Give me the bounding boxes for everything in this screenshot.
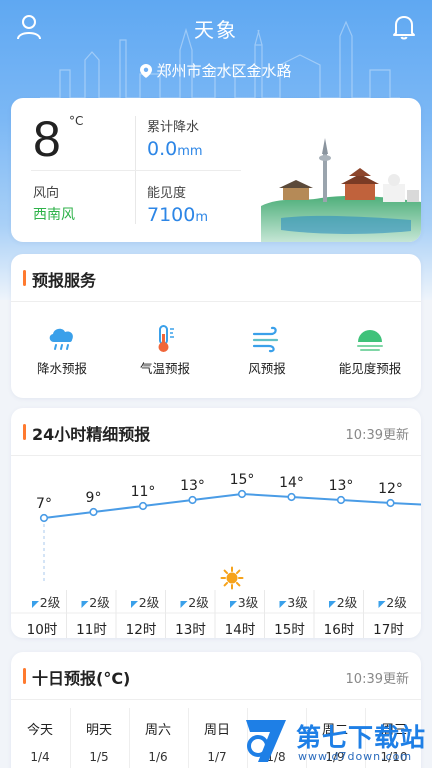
temperature-point [237, 489, 247, 499]
wind-level-label: 2级 [188, 595, 209, 610]
section-accent-bar [23, 668, 26, 684]
site-watermark: 第七下载站 www.d7down.com [236, 714, 432, 768]
wind-arrow-icon [131, 601, 138, 608]
visibility-label: 能见度 [147, 186, 187, 201]
hour-label: 11时 [76, 622, 107, 638]
temperature-label: 13° [180, 478, 205, 494]
watermark-logo-icon [246, 720, 286, 762]
column-separator [129, 708, 130, 768]
wind-icon [252, 326, 279, 353]
temperature-point [188, 495, 197, 505]
tenday-title: 十日预报(°C) [32, 669, 131, 688]
service-wind[interactable]: 风预报 [222, 324, 312, 377]
hour-label: 10时 [27, 622, 58, 638]
services-title: 预报服务 [32, 271, 97, 290]
current-temperature: 8 [33, 111, 61, 167]
top-bar: 天象 [0, 0, 432, 56]
current-weather-card: 8 °C 累计降水 0.0mm 风向 西南风 能见度 7100m [11, 98, 421, 242]
wind-label: 风向 [33, 186, 60, 201]
thermometer-icon [158, 325, 174, 352]
day-date: 1/4 [30, 750, 50, 764]
wind-arrow-icon [180, 601, 188, 608]
service-precipitation[interactable]: 降水预报 [17, 324, 107, 377]
hour-label: 15时 [274, 622, 305, 638]
temperature-point [39, 513, 49, 523]
hourly-forecast-card: 24小时精细预报 10:39更新 7° 2级 10时 9° 2级 11时 11° 2级 12时 1… [11, 408, 421, 638]
temperature-point [386, 498, 395, 508]
location-text: 郑州市金水区金水路 [156, 62, 292, 80]
day-name: 今天 [26, 723, 53, 738]
wind-level-label: 2级 [89, 595, 110, 610]
tenday-header: 十日预报(°C) 10:39更新 [11, 652, 421, 700]
hourly-header: 24小时精细预报 10:39更新 [11, 408, 421, 456]
hour-label: 14时 [225, 622, 256, 638]
temperature-point [138, 501, 148, 511]
column-separator [70, 708, 71, 768]
temperature-label: 15° [230, 472, 255, 488]
temperature-label: 11° [131, 484, 156, 500]
temperature-label: 7° [36, 496, 52, 512]
location-pin-icon [140, 64, 153, 78]
hour-label: 17时 [373, 622, 404, 638]
temperature-unit: °C [69, 114, 84, 128]
horizontal-divider [31, 170, 241, 171]
hourly-title: 24小时精细预报 [32, 425, 151, 444]
wind-level-label: 2级 [139, 595, 160, 610]
service-label: 降水预报 [36, 361, 87, 376]
temperature-label: 13° [329, 478, 354, 494]
hourly-temperature-chart[interactable]: 7° 2级 10时 9° 2级 11时 11° 2级 12时 13° 2级 13时 15° 3级 14时 14… [11, 456, 421, 638]
notification-bell-icon[interactable] [392, 14, 416, 40]
temperature-point [287, 492, 296, 502]
forecast-services-card: 预报服务 降水预报 气温预报 风预报 能见度预报 [11, 254, 421, 398]
day-name: 周六 [144, 723, 171, 738]
service-label: 气温预报 [139, 361, 190, 376]
day-name: 明天 [85, 723, 112, 738]
temperature-point [89, 507, 98, 517]
tenday-update-time: 10:39更新 [345, 672, 409, 687]
app-title: 天象 [194, 18, 238, 42]
sunny-weather-icon [220, 566, 244, 590]
watermark-url: www.d7down.com [298, 750, 413, 763]
hour-label: 16时 [324, 622, 355, 638]
day-date: 1/7 [207, 750, 227, 764]
day-name: 周日 [203, 723, 230, 738]
location-selector[interactable]: 郑州市金水区金水路 [0, 60, 432, 81]
rain-cloud-icon [49, 328, 73, 350]
wind-level-label: 3级 [287, 595, 308, 610]
wind-arrow-icon [81, 601, 89, 608]
temperature-label: 12° [378, 481, 403, 497]
service-visibility[interactable]: 能见度预报 [325, 324, 415, 377]
day-date: 1/6 [148, 750, 168, 764]
visibility-value: 7100m [147, 204, 209, 226]
wind-arrow-icon [378, 601, 386, 608]
temperature-label: 14° [279, 475, 304, 491]
wind-level-label: 2级 [386, 595, 407, 610]
wind-arrow-icon [279, 601, 287, 608]
service-label: 能见度预报 [338, 361, 402, 376]
visibility-sun-icon [357, 330, 383, 351]
services-header: 预报服务 [11, 254, 421, 302]
section-accent-bar [23, 424, 26, 440]
wind-level-label: 2级 [337, 595, 358, 610]
service-label: 风预报 [248, 361, 286, 376]
wind-level-label: 2级 [40, 595, 61, 610]
city-landmark-illustration [261, 138, 421, 242]
precip-value: 0.0mm [147, 138, 203, 160]
temperature-point [336, 495, 346, 505]
hourly-update-time: 10:39更新 [345, 428, 409, 443]
hour-label: 12时 [126, 622, 157, 638]
hour-label: 13时 [175, 622, 206, 638]
wind-level-label: 3级 [238, 595, 259, 610]
wind-arrow-icon [32, 601, 39, 608]
temperature-label: 9° [86, 490, 102, 506]
service-temperature[interactable]: 气温预报 [120, 324, 210, 377]
wind-arrow-icon [230, 601, 237, 608]
column-separator [188, 708, 189, 768]
wind-direction-value: 西南风 [33, 207, 75, 223]
precip-label: 累计降水 [147, 120, 200, 135]
wind-arrow-icon [329, 601, 336, 608]
day-date: 1/5 [89, 750, 109, 764]
section-accent-bar [23, 270, 26, 286]
watermark-text: 第七下载站 [296, 723, 427, 752]
